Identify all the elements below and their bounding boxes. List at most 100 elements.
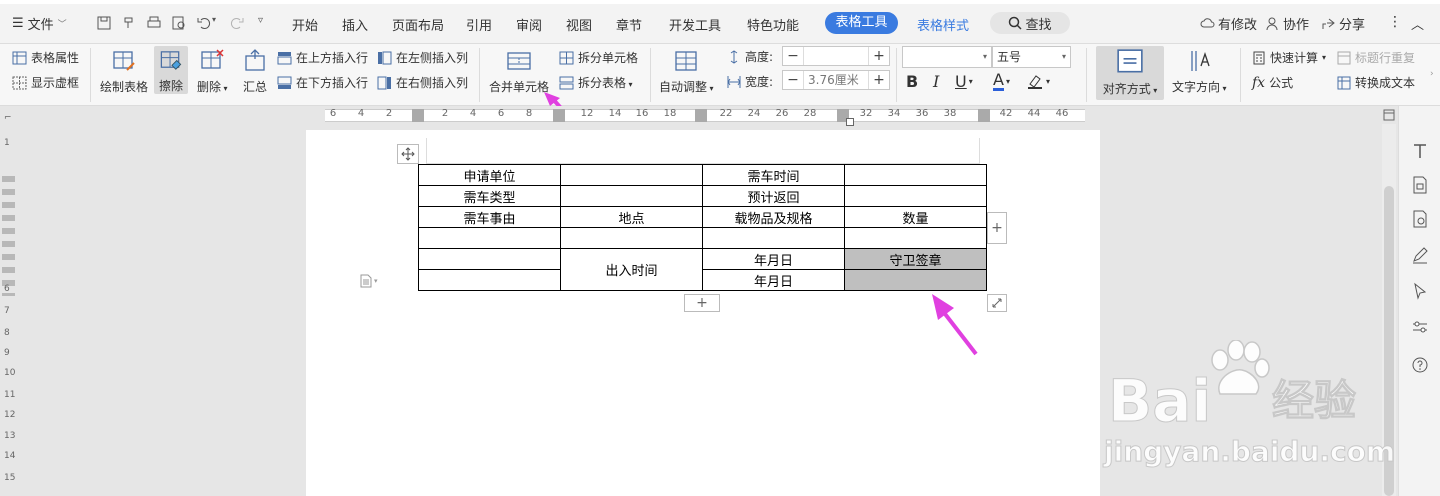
collaborate-button[interactable]: 协作 bbox=[1266, 14, 1309, 33]
table-cell[interactable] bbox=[418, 269, 561, 291]
table-cell-date[interactable]: 年月日 bbox=[702, 248, 845, 270]
table-cell[interactable]: 数量 bbox=[844, 206, 987, 228]
format-painter-icon[interactable] bbox=[121, 15, 137, 31]
document-settings-icon[interactable] bbox=[1411, 210, 1429, 228]
column-width-stepper[interactable]: − 3.76厘米 + bbox=[782, 70, 890, 90]
split-cells-button[interactable]: 拆分单元格 bbox=[559, 49, 638, 66]
ruler-column-marker[interactable] bbox=[695, 109, 707, 122]
tab-table-tools[interactable]: 表格工具 bbox=[825, 12, 898, 34]
cursor-icon[interactable] bbox=[1411, 282, 1429, 300]
ribbon-scroll-icon[interactable]: › bbox=[1430, 69, 1434, 79]
table-cell[interactable]: 需车事由 bbox=[418, 206, 561, 228]
bold-button[interactable]: B bbox=[906, 72, 918, 91]
table-cell-date[interactable]: 年月日 bbox=[702, 269, 845, 291]
table-cell[interactable] bbox=[418, 227, 561, 249]
font-name-select[interactable]: ▾ bbox=[902, 46, 992, 68]
tab-review[interactable]: 审阅 bbox=[516, 15, 542, 34]
tab-home[interactable]: 开始 bbox=[292, 15, 318, 34]
undo-dropdown-icon[interactable]: ▾ bbox=[212, 15, 228, 31]
decrease-height-button[interactable]: − bbox=[783, 47, 803, 65]
tab-section[interactable]: 章节 bbox=[616, 15, 642, 34]
table-cell[interactable]: 地点 bbox=[560, 206, 703, 228]
table-cell[interactable]: 需车时间 bbox=[702, 164, 845, 186]
more-options-icon[interactable]: ⋮ bbox=[1388, 14, 1402, 30]
insert-row-above-button[interactable]: 在上方插入行 bbox=[277, 49, 368, 66]
tab-stop-icon[interactable]: ⌐ bbox=[4, 113, 12, 123]
convert-to-text-button[interactable]: 转换成文本 bbox=[1337, 74, 1415, 91]
table-cell[interactable] bbox=[844, 227, 987, 249]
table-cell[interactable] bbox=[418, 248, 561, 270]
vertical-ruler[interactable]: 1 6 7 8 9 10 11 12 13 14 15 bbox=[0, 124, 16, 496]
table-cell[interactable]: 申请单位 bbox=[418, 164, 561, 186]
decrease-width-button[interactable]: − bbox=[783, 71, 803, 89]
insert-column-right-button[interactable]: 在右侧插入列 bbox=[377, 74, 468, 91]
summary-button[interactable]: 汇总 bbox=[242, 46, 268, 95]
table-cell[interactable]: 载物品及规格 bbox=[702, 206, 845, 228]
autofit-button[interactable]: 自动调整 ▾ bbox=[659, 46, 714, 95]
paragraph-options[interactable]: ▾ bbox=[360, 274, 378, 288]
print-icon[interactable] bbox=[146, 15, 162, 31]
insert-column-left-button[interactable]: 在左侧插入列 bbox=[377, 49, 468, 66]
ruler-column-marker[interactable] bbox=[978, 109, 990, 122]
help-icon[interactable] bbox=[1411, 356, 1429, 374]
save-icon[interactable] bbox=[96, 15, 112, 31]
pen-icon[interactable] bbox=[1411, 246, 1429, 264]
share-button[interactable]: 分享 bbox=[1321, 14, 1365, 33]
merge-cells-button[interactable]: 合并单元格 bbox=[489, 46, 549, 95]
table-cell[interactable]: 需车类型 bbox=[418, 185, 561, 207]
table-cell[interactable] bbox=[702, 227, 845, 249]
increase-height-button[interactable]: + bbox=[869, 47, 889, 65]
alignment-button[interactable]: 对齐方式 ▾ bbox=[1096, 46, 1164, 100]
delete-button[interactable]: 删除 ▾ bbox=[197, 46, 228, 95]
increase-width-button[interactable]: + bbox=[869, 71, 889, 89]
draw-table-button[interactable]: 绘制表格 bbox=[100, 46, 148, 95]
table-cell[interactable] bbox=[560, 185, 703, 207]
tab-table-style[interactable]: 表格样式 bbox=[917, 15, 969, 34]
table-cell[interactable] bbox=[844, 185, 987, 207]
text-direction-button[interactable]: 文字方向 ▾ bbox=[1172, 46, 1227, 95]
ruler-indent-marker[interactable] bbox=[846, 118, 854, 126]
tab-developer[interactable]: 开发工具 bbox=[669, 15, 721, 34]
merged-cell-entry-time[interactable]: 出入时间 bbox=[560, 248, 703, 291]
add-row-button[interactable]: + bbox=[684, 294, 720, 312]
selected-cell-guard-seal[interactable]: 守卫签章 bbox=[844, 248, 987, 270]
table-cell[interactable] bbox=[844, 164, 987, 186]
ruler-column-marker[interactable] bbox=[553, 109, 565, 122]
row-height-input[interactable] bbox=[803, 47, 869, 65]
show-gridlines-button[interactable]: 显示虚框 bbox=[12, 74, 79, 91]
tab-page-layout[interactable]: 页面布局 bbox=[392, 15, 444, 34]
table-cell[interactable] bbox=[560, 164, 703, 186]
eraser-button[interactable]: 擦除 bbox=[154, 46, 188, 94]
formula-button[interactable]: fx 公式 bbox=[1252, 74, 1293, 91]
row-height-stepper[interactable]: − + bbox=[782, 46, 890, 66]
page-view-icon[interactable] bbox=[1382, 108, 1396, 122]
data-table[interactable]: 申请单位 需车时间 需车类型 预计返回 需车事由 地点 载物品及规格 数量 出入… bbox=[418, 164, 987, 291]
ruler-column-marker[interactable] bbox=[412, 109, 424, 122]
tab-view[interactable]: 视图 bbox=[566, 15, 592, 34]
file-menu[interactable]: ☰ 文件 ﹀ bbox=[12, 14, 67, 33]
italic-button[interactable]: I bbox=[933, 72, 939, 91]
underline-button[interactable]: U ▾ bbox=[955, 72, 973, 91]
collapse-ribbon-icon[interactable]: ︿ bbox=[1411, 14, 1424, 33]
table-move-handle[interactable] bbox=[397, 144, 419, 164]
tab-references[interactable]: 引用 bbox=[466, 15, 492, 34]
text-style-icon[interactable] bbox=[1411, 142, 1429, 160]
split-table-button[interactable]: 拆分表格 ▾ bbox=[559, 74, 633, 91]
font-color-button[interactable]: A ▾ bbox=[993, 72, 1010, 91]
insert-row-below-button[interactable]: 在下方插入行 bbox=[277, 74, 368, 91]
tab-special[interactable]: 特色功能 bbox=[747, 15, 799, 34]
table-properties-button[interactable]: 表格属性 bbox=[12, 49, 79, 66]
redo-icon[interactable] bbox=[229, 15, 245, 31]
table-cell[interactable]: 预计返回 bbox=[702, 185, 845, 207]
repeat-header-button[interactable]: 标题行重复 bbox=[1337, 49, 1415, 66]
horizontal-ruler[interactable]: 6 4 2 2 4 6 8 12 14 16 18 22 24 26 28 32… bbox=[0, 106, 1440, 126]
column-width-input[interactable]: 3.76厘米 bbox=[803, 71, 869, 89]
font-size-select[interactable]: 五号 ▾ bbox=[992, 46, 1071, 68]
table-resize-handle[interactable] bbox=[987, 294, 1007, 312]
undo-icon[interactable] bbox=[196, 15, 212, 31]
add-column-button[interactable]: + bbox=[987, 212, 1007, 244]
quick-access-more-icon[interactable]: ▿ bbox=[258, 15, 274, 31]
search-button[interactable]: 查找 bbox=[990, 12, 1070, 34]
revision-status[interactable]: 有修改 bbox=[1200, 14, 1257, 33]
highlight-button[interactable]: ▾ bbox=[1026, 72, 1050, 90]
